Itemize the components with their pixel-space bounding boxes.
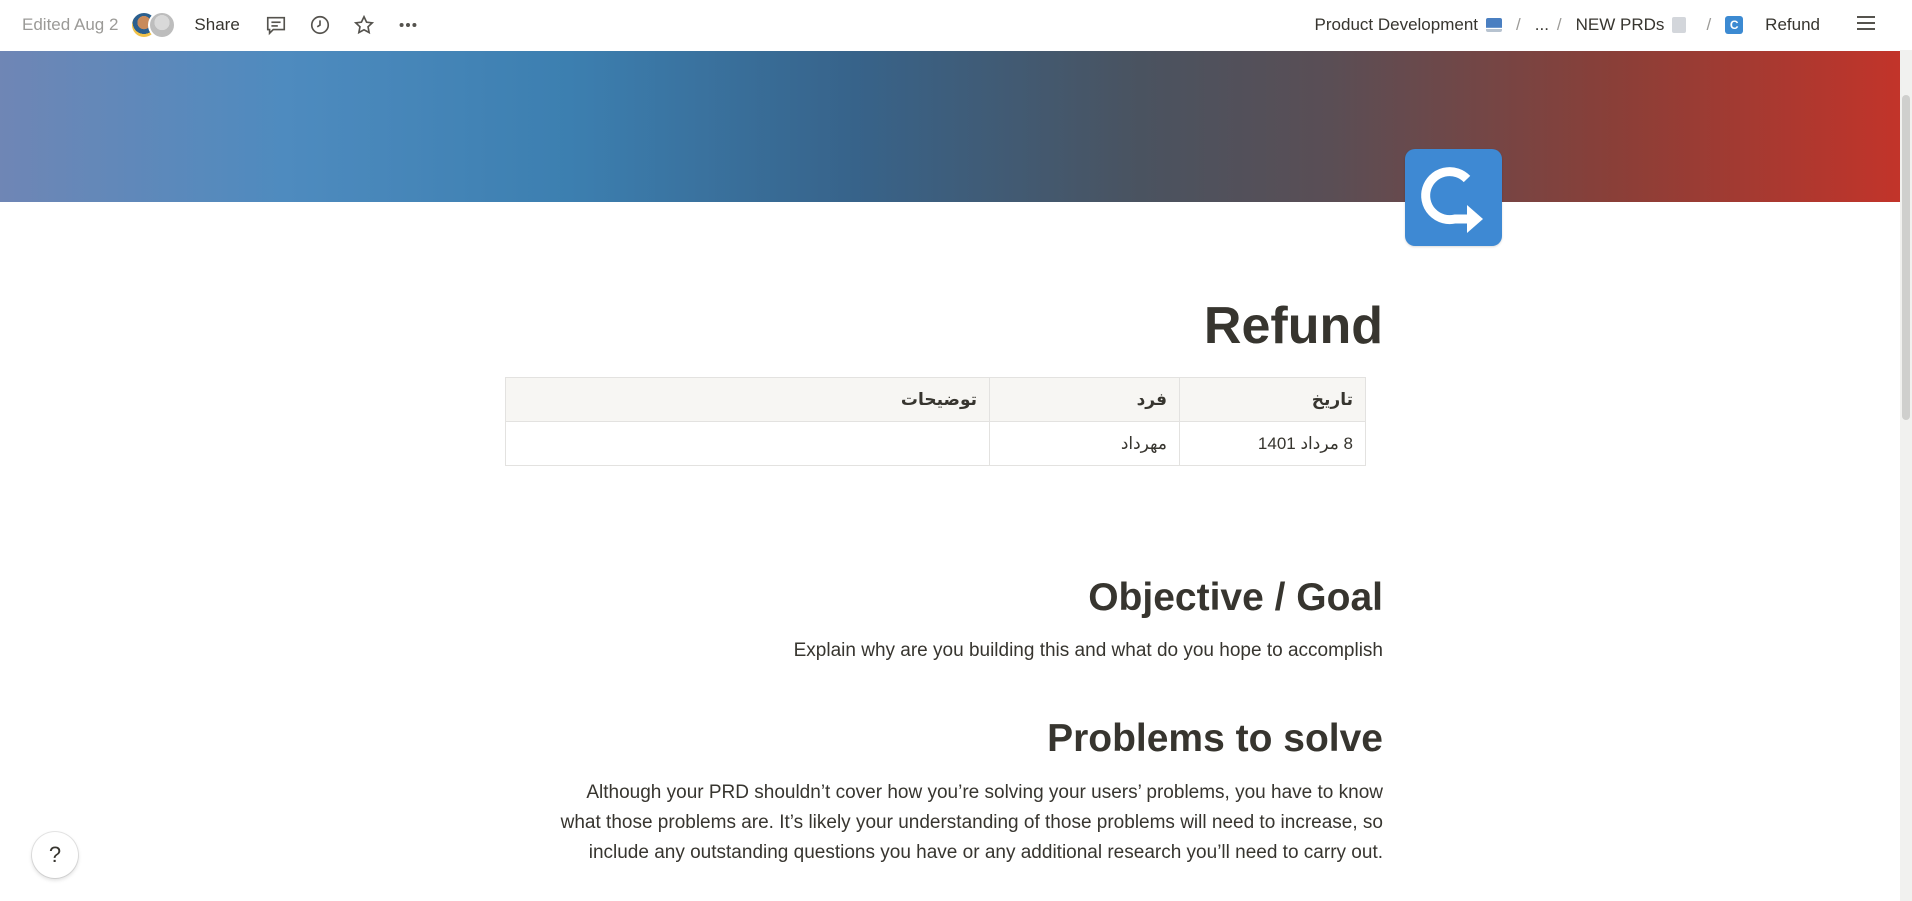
breadcrumb-separator: / (1556, 15, 1562, 34)
breadcrumb-separator: / (1516, 15, 1521, 34)
section-heading-objective[interactable]: Objective / Goal (505, 576, 1383, 620)
breadcrumb-label: ... (1534, 15, 1549, 34)
edited-timestamp: Edited Aug 2 (22, 15, 119, 34)
breadcrumb-separator: / (1706, 15, 1712, 34)
paragraph-line: include any outstanding questions you ha… (588, 842, 1383, 863)
top-bar: Edited Aug 2 Share Product Development /… (0, 0, 1900, 50)
section-body-objective[interactable]: Explain why are you building this and wh… (505, 636, 1383, 666)
breadcrumb-label: Product Development (1314, 15, 1479, 34)
section-body-problems[interactable]: Although your PRD shouldn’t cover how yo… (505, 778, 1383, 868)
table-cell[interactable]: مهرداد (989, 421, 1180, 466)
star-icon[interactable] (350, 11, 378, 39)
doc-icon (1672, 17, 1687, 33)
collaborator-avatars[interactable] (130, 11, 177, 39)
breadcrumb-item-new-prds[interactable]: NEW PRDs (1576, 15, 1687, 35)
breadcrumb-item-refund[interactable]: C Refund (1725, 15, 1820, 35)
comment-icon[interactable] (262, 11, 290, 39)
history-icon[interactable] (306, 11, 334, 39)
section-heading-problems[interactable]: Problems to solve (505, 717, 1383, 761)
table-header-row: تاریخ فرد توضیحات (505, 377, 1366, 422)
return-arrow-icon[interactable] (1405, 149, 1502, 246)
table-cell[interactable] (505, 421, 990, 466)
refund-icon: C (1725, 16, 1744, 34)
breadcrumb-label: Refund (1765, 15, 1820, 34)
breadcrumb: Product Development / ... / NEW PRDs / C… (1315, 11, 1878, 40)
laptop-icon (1486, 18, 1503, 32)
breadcrumb-label: NEW PRDs (1575, 15, 1665, 34)
table-header-cell[interactable]: فرد (989, 377, 1180, 422)
help-button[interactable]: ? (32, 832, 78, 878)
breadcrumb-item-product-development[interactable]: Product Development (1314, 15, 1503, 35)
topbar-left: Edited Aug 2 Share (22, 11, 438, 39)
menu-icon[interactable] (1854, 11, 1878, 40)
avatar[interactable] (148, 11, 177, 39)
breadcrumb-item-ellipsis[interactable]: ... (1535, 15, 1549, 35)
table-cell[interactable]: 8 مرداد 1401 (1179, 421, 1366, 466)
share-button[interactable]: Share (194, 15, 239, 35)
paragraph-line: what those problems are. It’s likely you… (560, 812, 1383, 833)
scrollbar-thumb[interactable] (1902, 95, 1910, 420)
table-row: 8 مرداد 1401 مهرداد (505, 421, 1366, 466)
paragraph-line: Although your PRD shouldn’t cover how yo… (586, 782, 1383, 803)
page-cover[interactable] (0, 51, 1900, 202)
table-header-cell[interactable]: توضیحات (505, 377, 990, 422)
table-header-cell[interactable]: تاریخ (1179, 377, 1366, 422)
more-icon[interactable] (394, 11, 422, 39)
info-table: تاریخ فرد توضیحات 8 مرداد 1401 مهرداد (505, 377, 1366, 466)
page-title[interactable]: Refund (505, 296, 1383, 356)
scrollbar[interactable] (1900, 50, 1912, 901)
